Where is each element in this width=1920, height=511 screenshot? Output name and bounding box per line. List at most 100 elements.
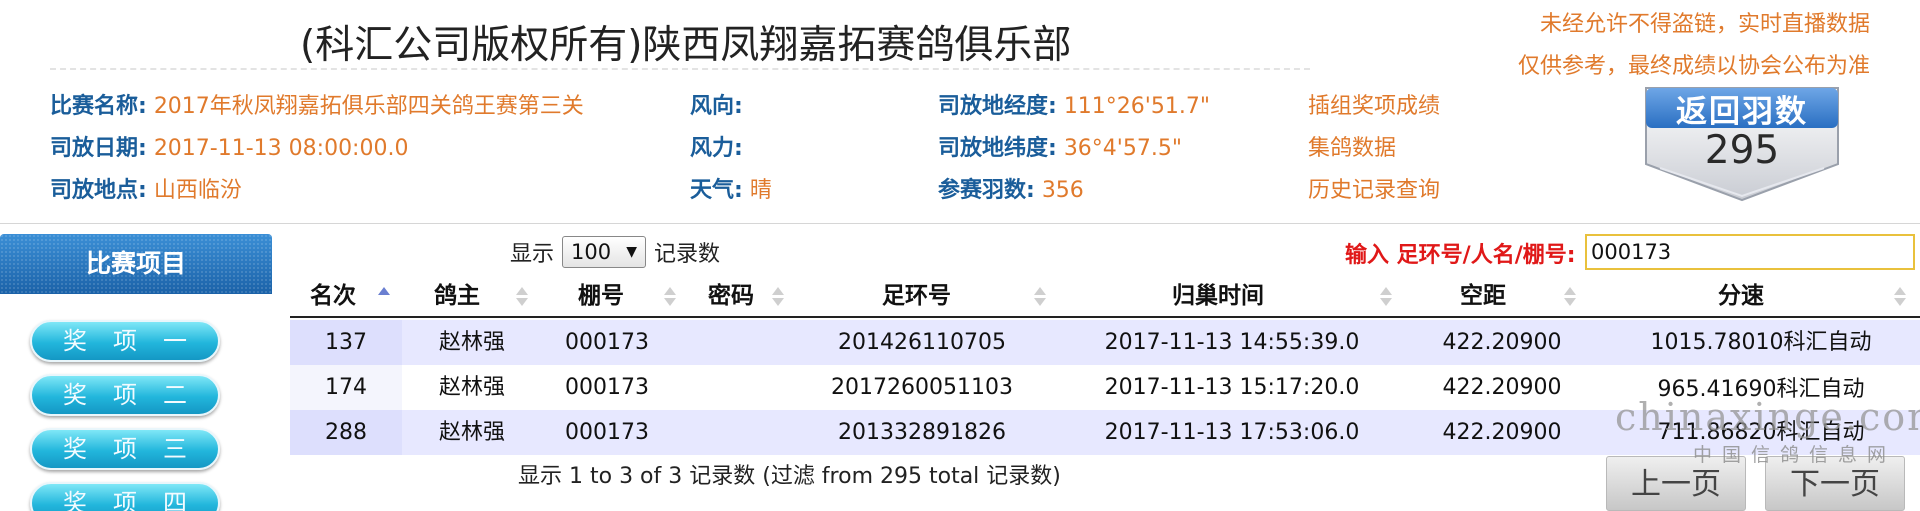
longitude-row: 司放地经度: 111°26'51.7" [938, 88, 1210, 120]
col-rank-label: 名次 [310, 283, 356, 309]
longitude-label: 司放地经度: [938, 94, 1057, 119]
cell-distance: 422.20900 [1442, 375, 1562, 400]
release-place-row: 司放地点: 山西临汾 [50, 172, 242, 204]
table-info: 显示 1 to 3 of 3 记录数 (过滤 from 295 total 记录… [518, 464, 1061, 489]
sidebar-title-text: 比赛项目 [85, 249, 186, 278]
cell-password [672, 410, 782, 455]
col-owner-label: 鸽主 [434, 283, 480, 309]
cell-owner: 赵林强 [438, 330, 505, 355]
release-place-value: 山西临汾 [153, 178, 242, 203]
sidebar-item-award-4[interactable]: 奖项四 [30, 482, 220, 511]
history-query-link[interactable]: 历史记录查询 [1308, 172, 1440, 204]
latitude-row: 司放地纬度: 36°4'57.5" [938, 130, 1182, 162]
cell-rank: 288 [290, 410, 402, 455]
weather-label: 天气: [690, 178, 743, 203]
col-rank-header[interactable]: 名次 [310, 276, 356, 316]
wind-direction-row: 风向: [690, 88, 743, 120]
records-label: 记录数 [654, 242, 721, 267]
sort-icon [1564, 287, 1576, 307]
sidebar-item-award-1[interactable]: 奖项一 [30, 320, 220, 362]
wind-direction-label: 风向: [690, 94, 743, 119]
cell-password [672, 320, 782, 365]
col-arrival-header[interactable]: 归巢时间 [1172, 276, 1264, 316]
weather-value: 晴 [749, 178, 772, 203]
notice-line-2: 仅供参考，最终成绩以协会公布为准 [1517, 54, 1870, 79]
col-password-header[interactable]: 密码 [708, 276, 754, 316]
longitude-value: 111°26'51.7" [1063, 94, 1210, 119]
chevron-down-icon: ▼ [626, 244, 637, 260]
release-date-value: 2017-11-13 08:00:00.0 [153, 136, 409, 161]
watermark-text: chinaxinge.com [1615, 395, 1920, 439]
return-count-badge: 返回羽数 295 [1640, 84, 1844, 202]
race-header: (科汇公司版权所有)陕西凤翔嘉拓赛鸽俱乐部 未经允许不得盗链，实时直播数据 仅供… [0, 0, 1920, 224]
cell-loft: 000173 [565, 375, 649, 400]
sidebar-item-award-2[interactable]: 奖项二 [30, 374, 220, 416]
col-loft-label: 棚号 [578, 283, 624, 309]
sort-icon [1894, 287, 1906, 307]
col-distance-label: 空距 [1460, 283, 1506, 309]
sidebar: 比赛项目 奖项一 奖项二 奖项三 奖项四 [0, 234, 272, 511]
cell-arrival: 2017-11-13 14:55:39.0 [1104, 330, 1360, 355]
col-ring-label: 足环号 [882, 283, 951, 309]
cell-password [672, 365, 782, 410]
col-speed-header[interactable]: 分速 [1718, 276, 1764, 316]
cell-rank: 137 [290, 320, 402, 365]
release-date-row: 司放日期: 2017-11-13 08:00:00.0 [50, 130, 408, 162]
cell-rank: 174 [290, 365, 402, 410]
participants-label: 参赛羽数: [938, 178, 1035, 203]
search-input[interactable] [1585, 234, 1915, 270]
cell-ring: 201332891826 [838, 420, 1006, 445]
wind-force-row: 风力: [690, 130, 743, 162]
title-divider [50, 68, 1310, 70]
cell-arrival: 2017-11-13 17:53:06.0 [1104, 420, 1360, 445]
cell-speed: 1015.78010科汇自动 [1650, 330, 1872, 355]
cell-loft: 000173 [565, 330, 649, 355]
search-label: 输入 足环号/人名/棚号: [1345, 243, 1576, 268]
sidebar-item-award-3[interactable]: 奖项三 [30, 428, 220, 470]
sort-icon [664, 287, 676, 307]
latitude-label: 司放地纬度: [938, 136, 1057, 161]
collection-data-link[interactable]: 集鸽数据 [1308, 130, 1396, 162]
col-arrival-label: 归巢时间 [1172, 283, 1264, 309]
cell-owner: 赵林强 [438, 375, 505, 400]
col-loft-header[interactable]: 棚号 [578, 276, 624, 316]
watermark-cn-text: 中国信鸽信息网 [1693, 444, 1897, 466]
sort-ascending-icon [378, 287, 390, 307]
col-password-label: 密码 [708, 283, 754, 309]
release-place-label: 司放地点: [50, 178, 147, 203]
cell-ring: 2017260051103 [831, 375, 1013, 400]
sidebar-title: 比赛项目 [0, 234, 272, 294]
notice-line-1: 未经允许不得盗链，实时直播数据 [1539, 12, 1870, 37]
race-name-value: 2017年秋凤翔嘉拓俱乐部四关鸽王赛第三关 [153, 94, 584, 119]
wind-force-label: 风力: [690, 136, 743, 161]
participants-row: 参赛羽数: 356 [938, 172, 1084, 204]
latitude-value: 36°4'57.5" [1063, 136, 1182, 161]
col-distance-header[interactable]: 空距 [1460, 276, 1506, 316]
race-name-label: 比赛名称: [50, 94, 147, 119]
cell-distance: 422.20900 [1442, 330, 1562, 355]
cell-loft: 000173 [565, 420, 649, 445]
col-speed-label: 分速 [1718, 283, 1764, 309]
table-row: 137 赵林强 000173 201426110705 2017-11-13 1… [290, 320, 1920, 365]
return-count-title: 返回羽数 [1676, 94, 1808, 130]
group-awards-link[interactable]: 插组奖项成绩 [1308, 88, 1440, 120]
page-size-select[interactable]: 100 ▼ [562, 236, 646, 268]
cell-distance: 422.20900 [1442, 420, 1562, 445]
cell-ring: 201426110705 [838, 330, 1006, 355]
page-size-label: 显示 [510, 242, 555, 267]
participants-value: 356 [1041, 178, 1084, 203]
race-name-row: 比赛名称: 2017年秋凤翔嘉拓俱乐部四关鸽王赛第三关 [50, 88, 584, 120]
cell-arrival: 2017-11-13 15:17:20.0 [1104, 375, 1360, 400]
return-count-value: 295 [1704, 128, 1780, 173]
sort-icon [516, 287, 528, 307]
col-ring-header[interactable]: 足环号 [882, 276, 951, 316]
page-title: (科汇公司版权所有)陕西凤翔嘉拓赛鸽俱乐部 [300, 23, 1072, 68]
sort-icon [1380, 287, 1392, 307]
table-header: 名次 鸽主 棚号 密码 足环号 归巢时间 空距 分速 [290, 276, 1920, 318]
col-owner-header[interactable]: 鸽主 [434, 276, 480, 316]
weather-row: 天气: 晴 [690, 172, 772, 204]
cell-owner: 赵林强 [438, 420, 505, 445]
sort-icon [1034, 287, 1046, 307]
release-date-label: 司放日期: [50, 136, 147, 161]
sort-icon [772, 287, 784, 307]
